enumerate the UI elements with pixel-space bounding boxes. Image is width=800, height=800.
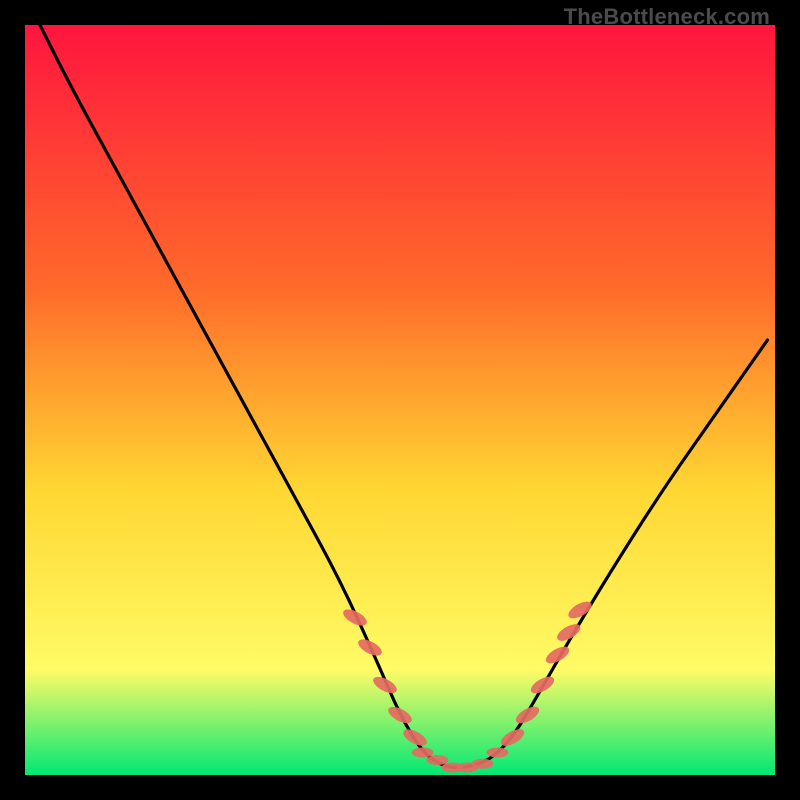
curve-marker: [487, 748, 509, 758]
curve-marker: [472, 759, 494, 769]
bottleneck-chart: [25, 25, 775, 775]
curve-marker: [412, 748, 434, 758]
curve-marker: [427, 755, 449, 765]
chart-background: [25, 25, 775, 775]
chart-frame: [25, 25, 775, 775]
